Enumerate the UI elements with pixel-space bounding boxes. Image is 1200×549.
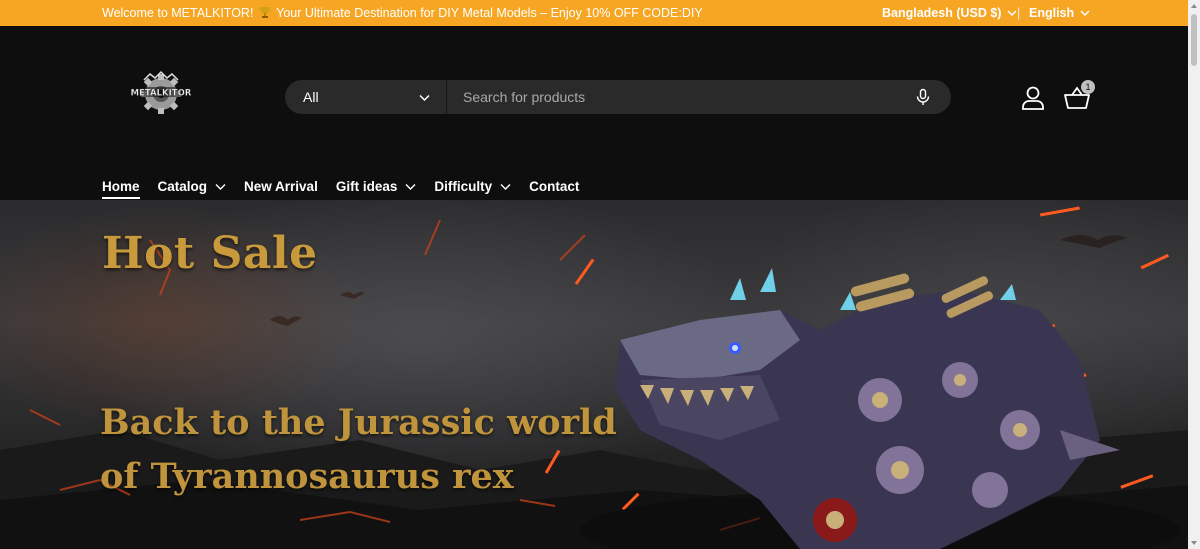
scroll-up-arrow-icon[interactable] (1191, 4, 1197, 8)
chevron-down-icon (419, 94, 430, 101)
search-category-select[interactable]: All (285, 80, 447, 114)
hero-subtitle-line-1: Back to the Jurassic world (100, 402, 617, 443)
search-input[interactable] (447, 80, 913, 114)
announcement-text-end: Your Ultimate Destination for DIY Metal … (272, 6, 703, 20)
hero-subtitle-line-2: of Tyrannosaurus rex (100, 456, 514, 497)
country-selector[interactable]: Bangladesh (USD $) (882, 6, 1017, 20)
hero-title: Hot Sale (102, 228, 318, 279)
svg-text:METALKITOR: METALKITOR (131, 89, 192, 99)
microphone-icon[interactable] (913, 87, 933, 107)
nav-item-contact[interactable]: Contact (529, 174, 579, 198)
page-scrollbar[interactable] (1188, 0, 1200, 549)
chevron-down-icon (500, 183, 511, 190)
chevron-down-icon (1007, 10, 1017, 16)
site-header: METALKITOR All 1 Home Catalog New Arriva… (0, 26, 1188, 200)
nav-item-catalog[interactable]: Catalog (158, 174, 227, 198)
hero-subtitle: Back to the Jurassic world of Tyrannosau… (100, 396, 617, 504)
announcement-message: Welcome to METALKITOR! Your Ultimate Des… (102, 6, 703, 20)
nav-item-new-arrival[interactable]: New Arrival (244, 174, 318, 198)
nav-item-label: Catalog (157, 178, 208, 194)
nav-item-gift-ideas[interactable]: Gift ideas (336, 174, 417, 198)
nav-item-home[interactable]: Home (102, 174, 140, 199)
chevron-down-icon (1080, 10, 1090, 16)
language-selector[interactable]: English (1029, 6, 1090, 20)
scrollbar-thumb[interactable] (1191, 14, 1197, 66)
metalkitor-logo[interactable]: METALKITOR (124, 70, 198, 116)
chevron-down-icon (215, 183, 226, 190)
search-category-label: All (303, 89, 319, 105)
nav-item-label: Home (102, 178, 140, 194)
scroll-down-arrow-icon[interactable] (1191, 541, 1197, 545)
trophy-icon (258, 7, 271, 18)
selector-separator: | (1017, 6, 1021, 20)
nav-item-label: Gift ideas (335, 178, 398, 194)
nav-item-label: New Arrival (244, 178, 318, 194)
country-label: Bangladesh (USD $) (882, 6, 1002, 20)
search-bar: All (285, 80, 951, 114)
chevron-down-icon (405, 183, 416, 190)
hero-banner[interactable]: Hot Sale Back to the Jurassic world of T… (0, 200, 1188, 549)
main-navigation: Home Catalog New Arrival Gift ideas Diff… (102, 174, 579, 199)
nav-item-label: Contact (529, 178, 580, 194)
announcement-text-start: Welcome to METALKITOR! (102, 6, 257, 20)
account-icon[interactable] (1019, 84, 1047, 112)
nav-item-label: Difficulty (434, 178, 493, 194)
nav-item-difficulty[interactable]: Difficulty (434, 174, 511, 198)
cart-count-badge: 1 (1081, 80, 1095, 94)
announcement-bar: Welcome to METALKITOR! Your Ultimate Des… (0, 0, 1188, 26)
language-label: English (1029, 6, 1075, 20)
